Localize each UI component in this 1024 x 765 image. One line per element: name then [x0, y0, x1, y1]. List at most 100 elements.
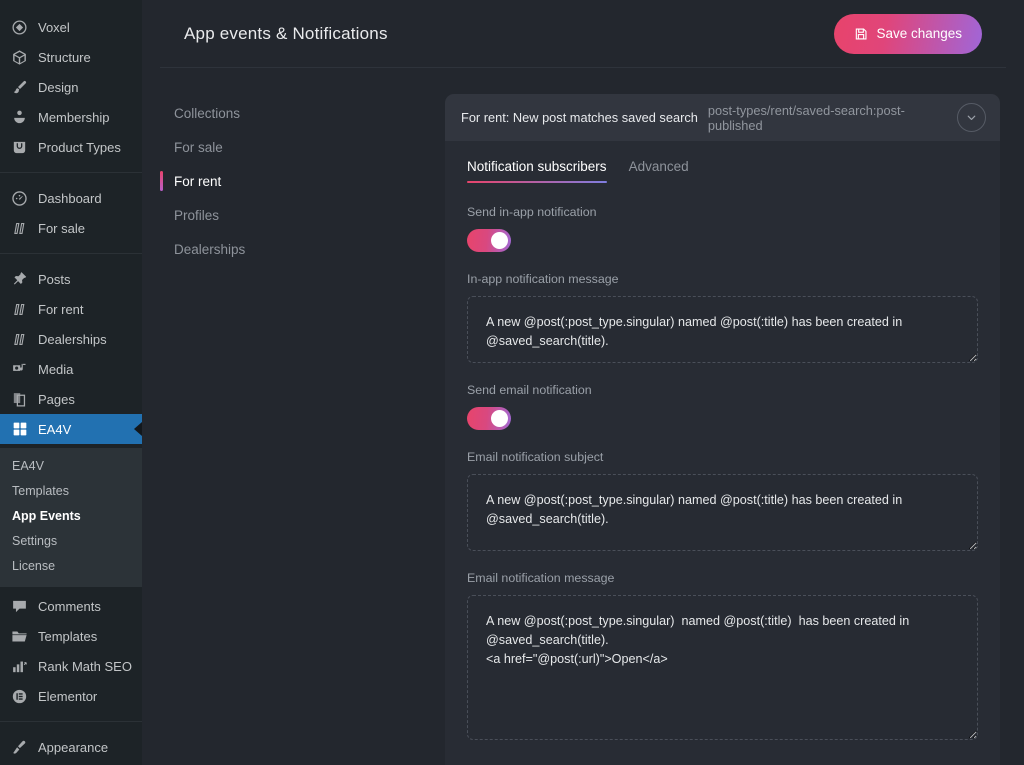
- send-inapp-notification-toggle[interactable]: [467, 229, 511, 252]
- sidebar-item-label: Design: [38, 79, 79, 95]
- sidebar-divider: [0, 172, 142, 173]
- pin-icon: [10, 270, 29, 289]
- field-email-subject: Email notification subject: [467, 450, 978, 551]
- event-key: post-types/rent/saved-search:post-publis…: [707, 102, 905, 133]
- sidebar-item-label: Appearance: [38, 739, 109, 755]
- folder-icon: [10, 627, 29, 646]
- event-card-body: Notification subscribers Advanced Send i…: [445, 141, 1000, 765]
- admin-screen: Voxel Structure Design Membership Produc…: [0, 0, 1024, 765]
- sidebar-group-dashboard: Dashboard For sale: [0, 179, 142, 247]
- tab-advanced[interactable]: Advanced: [629, 159, 689, 183]
- sidebar-item-rank-math-seo[interactable]: Rank Math SEO: [0, 651, 142, 681]
- section-nav-item-collections[interactable]: Collections: [160, 98, 445, 130]
- page-topbar: App events & Notifications Save changes: [160, 0, 1006, 68]
- voxel-icon: [10, 18, 29, 37]
- sidebar-item-label: Pages: [38, 391, 75, 407]
- inapp-message-textarea[interactable]: [467, 296, 978, 363]
- section-nav: Collections For sale For rent Profiles D…: [160, 94, 445, 765]
- send-inapp-notification-label: Send in-app notification: [467, 205, 597, 219]
- listing-icon: [10, 300, 29, 319]
- sidebar-item-label: Comments: [38, 598, 101, 614]
- sidebar-item-voxel[interactable]: Voxel: [0, 12, 142, 42]
- sidebar-item-label: Templates: [38, 628, 98, 644]
- email-message-label: Email notification message: [467, 571, 615, 585]
- submenu-arrow-icon: [134, 422, 142, 436]
- field-send-inapp-notification: Send in-app notification: [467, 205, 978, 252]
- sidebar-item-dashboard[interactable]: Dashboard: [0, 183, 142, 213]
- send-email-notification-label: Send email notification: [467, 383, 592, 397]
- send-email-notification-toggle[interactable]: [467, 407, 511, 430]
- event-card: For rent: New post matches saved search …: [445, 94, 1000, 765]
- sidebar-item-label: For rent: [38, 301, 84, 317]
- pages-icon: [10, 390, 29, 409]
- sidebar-item-elementor[interactable]: Elementor: [0, 681, 142, 711]
- save-button[interactable]: Save changes: [834, 13, 982, 54]
- section-nav-item-for-rent[interactable]: For rent: [160, 166, 445, 198]
- card-tabs: Notification subscribers Advanced: [467, 159, 978, 183]
- sidebar-group-voxel: Voxel Structure Design Membership Produc…: [0, 8, 142, 166]
- sidebar-item-dealerships[interactable]: Dealerships: [0, 324, 142, 354]
- sidebar-item-comments[interactable]: Comments: [0, 591, 142, 621]
- section-nav-item-profiles[interactable]: Profiles: [160, 200, 445, 232]
- email-message-textarea[interactable]: [467, 595, 978, 740]
- sidebar-divider: [0, 721, 142, 722]
- sidebar-item-posts[interactable]: Posts: [0, 264, 142, 294]
- event-title: For rent: New post matches saved search: [461, 110, 698, 125]
- sidebar-item-structure[interactable]: Structure: [0, 42, 142, 72]
- submenu-item-settings[interactable]: Settings: [0, 529, 142, 554]
- brush-icon: [10, 78, 29, 97]
- seo-icon: [10, 657, 29, 676]
- sidebar-item-media[interactable]: Media: [0, 354, 142, 384]
- sidebar-item-pages[interactable]: Pages: [0, 384, 142, 414]
- save-button-label: Save changes: [876, 26, 962, 41]
- field-email-message: Email notification message: [467, 571, 978, 740]
- bag-icon: [10, 138, 29, 157]
- submenu-item-ea4v[interactable]: EA4V: [0, 454, 142, 479]
- submenu-item-templates[interactable]: Templates: [0, 479, 142, 504]
- section-nav-item-for-sale[interactable]: For sale: [160, 132, 445, 164]
- sidebar-group-tools: Comments Templates Rank Math SEO Element…: [0, 587, 142, 715]
- main-panel: App events & Notifications Save changes …: [142, 0, 1024, 765]
- sidebar-item-label: Rank Math SEO: [38, 658, 132, 674]
- email-subject-textarea[interactable]: [467, 474, 978, 551]
- sidebar-item-membership[interactable]: Membership: [0, 102, 142, 132]
- sidebar-item-design[interactable]: Design: [0, 72, 142, 102]
- toggle-knob: [491, 410, 508, 427]
- sidebar-item-for-sale[interactable]: For sale: [0, 213, 142, 243]
- sidebar-item-label: EA4V: [38, 421, 72, 437]
- field-inapp-message: In-app notification message: [467, 272, 978, 363]
- comment-icon: [10, 597, 29, 616]
- submenu-item-app-events[interactable]: App Events: [0, 504, 142, 529]
- email-subject-label: Email notification subject: [467, 450, 604, 464]
- collapse-card-button[interactable]: [957, 103, 986, 132]
- ea4v-submenu: EA4V Templates App Events Settings Licen…: [0, 448, 142, 587]
- sidebar-item-templates[interactable]: Templates: [0, 621, 142, 651]
- event-card-header[interactable]: For rent: New post matches saved search …: [445, 94, 1000, 141]
- sidebar-item-product-types[interactable]: Product Types: [0, 132, 142, 162]
- sidebar-item-label: For sale: [38, 220, 85, 236]
- sidebar-item-label: Membership: [38, 109, 110, 125]
- sidebar-item-label: Structure: [38, 49, 91, 65]
- save-disk-icon: [854, 27, 868, 41]
- gauge-icon: [10, 189, 29, 208]
- wp-admin-sidebar: Voxel Structure Design Membership Produc…: [0, 0, 142, 765]
- toggle-knob: [491, 232, 508, 249]
- sidebar-item-for-rent[interactable]: For rent: [0, 294, 142, 324]
- sidebar-item-ea4v[interactable]: EA4V: [0, 414, 142, 444]
- sidebar-divider: [0, 253, 142, 254]
- section-nav-item-dealerships[interactable]: Dealerships: [160, 234, 445, 266]
- tab-notification-subscribers[interactable]: Notification subscribers: [467, 159, 607, 183]
- sidebar-item-label: Elementor: [38, 688, 98, 704]
- sidebar-item-label: Voxel: [38, 19, 70, 35]
- brush-paint-icon: [10, 738, 29, 757]
- submenu-item-license[interactable]: License: [0, 554, 142, 579]
- sidebar-item-label: Dealerships: [38, 331, 107, 347]
- sidebar-item-label: Dashboard: [38, 190, 102, 206]
- sidebar-item-appearance[interactable]: Appearance: [0, 732, 142, 762]
- sidebar-item-label: Posts: [38, 271, 71, 287]
- sidebar-item-label: Product Types: [38, 139, 121, 155]
- cube-icon: [10, 48, 29, 67]
- content-row: Collections For sale For rent Profiles D…: [142, 68, 1024, 765]
- field-send-email-notification: Send email notification: [467, 383, 978, 430]
- page-title: App events & Notifications: [184, 23, 388, 43]
